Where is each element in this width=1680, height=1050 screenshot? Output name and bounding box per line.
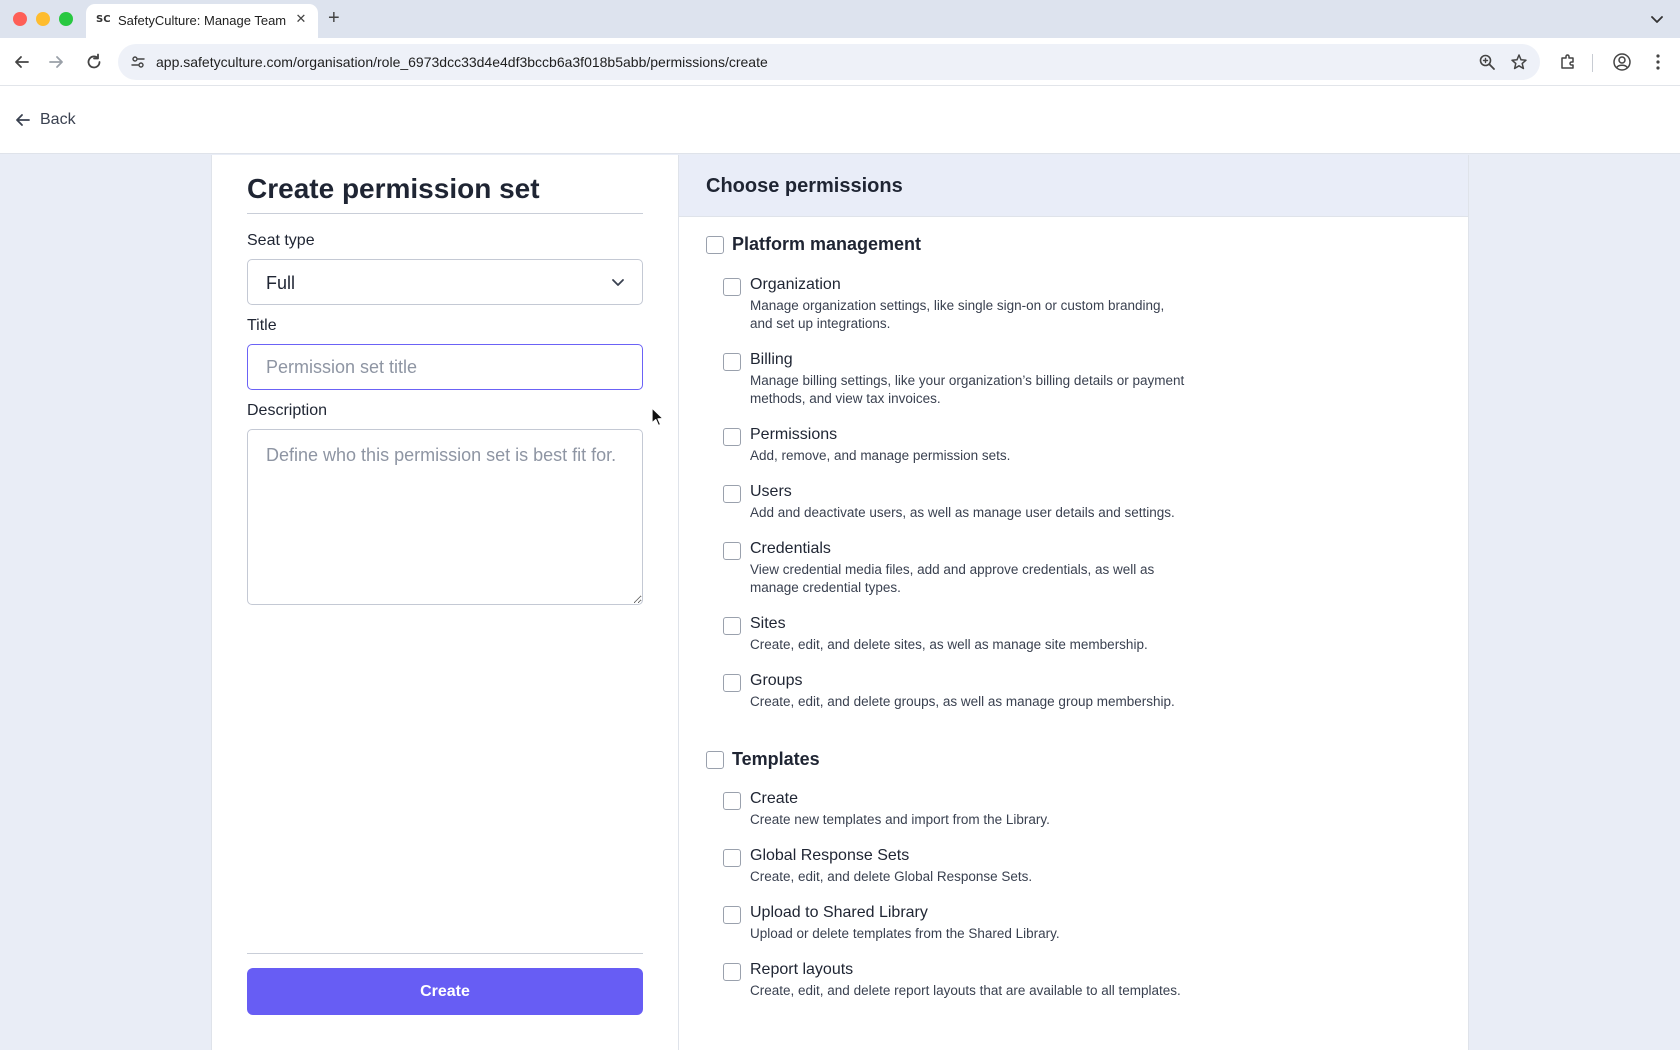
group-label-templates: Templates: [732, 749, 820, 769]
platform-management-checkbox[interactable]: [706, 236, 724, 254]
perm-name-groups: Groups: [750, 672, 803, 689]
reload-icon[interactable]: [84, 52, 104, 72]
organization-checkbox[interactable]: [723, 278, 741, 296]
billing-checkbox[interactable]: [723, 353, 741, 371]
perm-name-permissions: Permissions: [750, 426, 838, 443]
more-icon[interactable]: [1648, 52, 1668, 72]
perm-name-organization: Organization: [750, 276, 841, 293]
perm-name-create: Create: [750, 790, 799, 807]
templates-checkbox[interactable]: [706, 751, 724, 769]
back-label: Back: [40, 111, 76, 128]
window-close-button[interactable]: [13, 12, 27, 26]
perm-name-billing: Billing: [750, 351, 793, 368]
star-icon[interactable]: [1510, 53, 1528, 71]
description-textarea[interactable]: [247, 429, 643, 605]
chevron-down-icon: [610, 274, 626, 290]
seat-type-value: Full: [266, 273, 296, 293]
mouse-cursor-icon: [651, 407, 665, 427]
divider: [247, 213, 643, 214]
permissions-heading: Choose permissions: [706, 175, 903, 197]
create-button[interactable]: Create: [247, 968, 643, 1015]
tab-search-chevron-icon[interactable]: [1648, 10, 1666, 28]
perm-name-global-response-sets: Global Response Sets: [750, 847, 910, 864]
title-label: Title: [247, 317, 277, 334]
address-bar[interactable]: app.safetyculture.com/organisation/role_…: [118, 44, 1540, 80]
perm-desc-billing: Manage billing settings, like your organ…: [750, 373, 1185, 406]
window-minimize-button[interactable]: [36, 12, 50, 26]
window-maximize-button[interactable]: [59, 12, 73, 26]
upload-shared-library-checkbox[interactable]: [723, 906, 741, 924]
forward-arrow-icon[interactable]: [46, 52, 66, 72]
perm-desc-groups: Create, edit, and delete groups, as well…: [750, 694, 1175, 709]
safetyculture-favicon-icon: SC: [96, 14, 111, 25]
credentials-checkbox[interactable]: [723, 542, 741, 560]
groups-checkbox[interactable]: [723, 674, 741, 692]
perm-name-report-layouts: Report layouts: [750, 961, 854, 978]
toolbar-divider: [1592, 54, 1593, 72]
perm-desc-organization: Manage organization settings, like singl…: [750, 298, 1165, 331]
browser-tab[interactable]: SC SafetyCulture: Manage Teams ✕: [86, 4, 318, 38]
create-templates-checkbox[interactable]: [723, 792, 741, 810]
extensions-icon[interactable]: [1558, 52, 1578, 72]
back-arrow-icon[interactable]: [12, 52, 32, 72]
perm-desc-sites: Create, edit, and delete sites, as well …: [750, 637, 1148, 652]
browser-tab-bar: SC SafetyCulture: Manage Teams ✕ +: [0, 0, 1680, 38]
perm-name-credentials: Credentials: [750, 540, 831, 557]
permissions-checkbox[interactable]: [723, 428, 741, 446]
plus-icon[interactable]: +: [328, 8, 340, 28]
perm-desc-users: Add and deactivate users, as well as man…: [750, 505, 1175, 520]
description-label: Description: [247, 402, 328, 419]
page-title: Create permission set: [247, 173, 540, 204]
sites-checkbox[interactable]: [723, 617, 741, 635]
divider: [247, 953, 643, 954]
perm-desc-create: Create new templates and import from the…: [750, 812, 1050, 827]
global-response-sets-checkbox[interactable]: [723, 849, 741, 867]
permissions-header: Choose permissions: [679, 155, 1468, 217]
perm-name-sites: Sites: [750, 615, 786, 632]
seat-type-select[interactable]: Full: [247, 259, 643, 305]
permissions-panel: Choose permissions Platform management O…: [679, 155, 1469, 1050]
browser-toolbar: app.safetyculture.com/organisation/role_…: [0, 38, 1680, 86]
report-layouts-checkbox[interactable]: [723, 963, 741, 981]
perm-desc-credentials: View credential media files, add and app…: [750, 562, 1155, 595]
perm-desc-upload-shared-library: Upload or delete templates from the Shar…: [750, 926, 1060, 941]
url-text: app.safetyculture.com/organisation/role_…: [156, 54, 768, 70]
perm-desc-global-response-sets: Create, edit, and delete Global Response…: [750, 869, 1033, 884]
users-checkbox[interactable]: [723, 485, 741, 503]
zoom-icon[interactable]: [1478, 53, 1496, 71]
group-label-platform-management: Platform management: [732, 234, 922, 254]
title-input[interactable]: [247, 344, 643, 390]
tab-title: SafetyCulture: Manage Teams: [118, 13, 286, 28]
perm-name-users: Users: [750, 483, 792, 500]
arrow-left-icon: [14, 111, 32, 129]
back-button[interactable]: Back: [14, 108, 76, 132]
seat-type-label: Seat type: [247, 232, 315, 249]
permission-set-form: Create permission set Seat type Full Tit…: [211, 155, 679, 1050]
perm-desc-report-layouts: Create, edit, and delete report layouts …: [750, 983, 1181, 998]
app-header: Back: [0, 86, 1680, 154]
site-info-icon[interactable]: [130, 54, 146, 70]
perm-desc-permissions: Add, remove, and manage permission sets.: [750, 448, 1011, 463]
profile-icon[interactable]: [1612, 52, 1632, 72]
close-icon[interactable]: ✕: [292, 10, 310, 28]
perm-name-upload-shared-library: Upload to Shared Library: [750, 904, 928, 921]
